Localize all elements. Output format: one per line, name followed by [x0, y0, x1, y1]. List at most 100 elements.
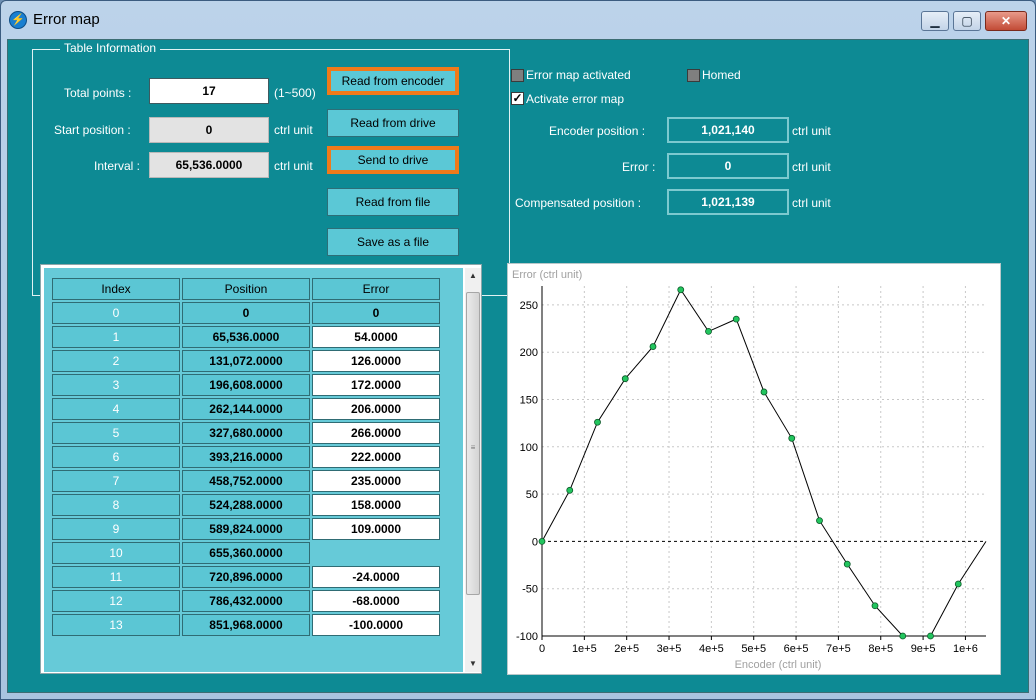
chart-data-point [760, 388, 768, 396]
chart-data-point [788, 434, 796, 442]
position-cell[interactable]: 0 [182, 302, 310, 324]
position-cell[interactable]: 458,752.0000 [182, 470, 310, 492]
error-value-field: 0 [667, 153, 789, 179]
table-row[interactable]: 10 655,360.0000 [52, 542, 440, 564]
error-cell[interactable]: 172.0000 [312, 374, 440, 396]
error-cell[interactable]: 206.0000 [312, 398, 440, 420]
index-cell[interactable]: 12 [52, 590, 180, 612]
chart-x-tick-label: 2e+5 [614, 643, 639, 655]
read-from-file-button[interactable]: Read from file [327, 188, 459, 216]
window-title: Error map [33, 11, 100, 28]
encoder-position-field: 1,021,140 [667, 117, 789, 143]
index-cell[interactable]: 2 [52, 350, 180, 372]
position-column-header[interactable]: Position [182, 278, 310, 300]
total-points-field[interactable]: 17 [149, 78, 269, 104]
table-row[interactable]: 4 262,144.0000 206.0000 [52, 398, 440, 420]
scroll-down-arrow-icon[interactable]: ▼ [465, 656, 481, 672]
table-row[interactable]: 1 65,536.0000 54.0000 [52, 326, 440, 348]
chart-x-tick-label: 9e+5 [911, 643, 936, 655]
error-column-header[interactable]: Error [312, 278, 440, 300]
position-cell[interactable]: 655,360.0000 [182, 542, 310, 564]
error-cell[interactable]: 222.0000 [312, 446, 440, 468]
error-cell[interactable]: 266.0000 [312, 422, 440, 444]
chart-x-tick-label: 4e+5 [699, 643, 724, 655]
chart-y-tick-label: 100 [520, 442, 538, 454]
index-column-header[interactable]: Index [52, 278, 180, 300]
maximize-button[interactable]: ▢ [953, 11, 981, 31]
error-cell[interactable]: -68.0000 [312, 590, 440, 612]
table-row[interactable]: 6 393,216.0000 222.0000 [52, 446, 440, 468]
chart-data-point [621, 375, 629, 383]
error-cell[interactable]: 0 [312, 302, 440, 324]
table-row[interactable]: 12 786,432.0000 -68.0000 [52, 590, 440, 612]
interval-field[interactable]: 65,536.0000 [149, 152, 269, 178]
position-cell[interactable]: 589,824.0000 [182, 518, 310, 540]
error-cell[interactable]: -24.0000 [312, 566, 440, 588]
interval-label: Interval : [94, 159, 141, 173]
position-cell[interactable]: 65,536.0000 [182, 326, 310, 348]
error-map-activated-label: Error map activated [526, 68, 631, 82]
error-cell[interactable]: 109.0000 [312, 518, 440, 540]
index-cell[interactable]: 11 [52, 566, 180, 588]
table-row[interactable]: 11 720,896.0000 -24.0000 [52, 566, 440, 588]
table-row[interactable]: 9 589,824.0000 109.0000 [52, 518, 440, 540]
error-cell[interactable]: 54.0000 [312, 326, 440, 348]
index-cell[interactable]: 1 [52, 326, 180, 348]
app-logo-icon: ⚡ [9, 11, 27, 29]
position-cell[interactable]: 851,968.0000 [182, 614, 310, 636]
index-cell[interactable]: 5 [52, 422, 180, 444]
error-map-table-area: Index Position Error 0 0 0 1 65,536.0000 54.0… [44, 268, 463, 672]
table-row[interactable]: 2 131,072.0000 126.0000 [52, 350, 440, 372]
table-row[interactable]: 000 [52, 302, 440, 324]
send-to-drive-button[interactable]: Send to drive [327, 146, 459, 174]
start-position-field[interactable]: 0 [149, 117, 269, 143]
title-bar[interactable]: ⚡ Error map ▁ ▢ ✕ [1, 1, 1035, 39]
index-cell[interactable]: 7 [52, 470, 180, 492]
error-unit: ctrl unit [792, 160, 831, 174]
table-row[interactable]: 7 458,752.0000 235.0000 [52, 470, 440, 492]
minimize-button[interactable]: ▁ [921, 11, 949, 31]
index-cell[interactable]: 6 [52, 446, 180, 468]
index-cell[interactable]: 10 [52, 542, 180, 564]
error-cell[interactable]: 126.0000 [312, 350, 440, 372]
save-as-file-button[interactable]: Save as a file [327, 228, 459, 256]
read-from-encoder-button[interactable]: Read from encoder [327, 67, 459, 95]
error-cell[interactable]: -100.0000 [312, 614, 440, 636]
table-row[interactable]: 8 524,288.0000 158.0000 [52, 494, 440, 516]
table-row[interactable]: 5 327,680.0000 266.0000 [52, 422, 440, 444]
close-button[interactable]: ✕ [985, 11, 1027, 31]
index-cell[interactable]: 4 [52, 398, 180, 420]
position-cell[interactable]: 720,896.0000 [182, 566, 310, 588]
client-area: Table Information Total points : 17 (1~5… [7, 39, 1029, 693]
error-cell[interactable]: 235.0000 [312, 470, 440, 492]
position-cell[interactable]: 393,216.0000 [182, 446, 310, 468]
error-cell[interactable]: 158.0000 [312, 494, 440, 516]
index-cell[interactable]: 3 [52, 374, 180, 396]
position-cell[interactable]: 327,680.0000 [182, 422, 310, 444]
read-from-drive-button[interactable]: Read from drive [327, 109, 459, 137]
chart-data-point [871, 602, 879, 610]
chart-x-tick-label: 0 [539, 643, 545, 655]
index-cell[interactable]: 0 [52, 302, 180, 324]
position-cell[interactable]: 196,608.0000 [182, 374, 310, 396]
chart-x-tick-label: 8e+5 [868, 643, 893, 655]
chart-y-tick-label: 250 [520, 300, 538, 312]
index-cell[interactable]: 13 [52, 614, 180, 636]
index-cell[interactable]: 8 [52, 494, 180, 516]
chart-y-tick-label: 0 [532, 536, 538, 548]
compensated-position-field: 1,021,139 [667, 189, 789, 215]
position-cell[interactable]: 786,432.0000 [182, 590, 310, 612]
position-cell[interactable]: 524,288.0000 [182, 494, 310, 516]
table-row[interactable]: 13 851,968.0000 -100.0000 [52, 614, 440, 636]
position-cell[interactable]: 131,072.0000 [182, 350, 310, 372]
error-map-table-panel: Index Position Error 0 0 0 1 65,536.0000 54.0… [40, 264, 482, 674]
activate-error-map-checkbox[interactable]: ✓ [511, 92, 524, 105]
scroll-up-arrow-icon[interactable]: ▲ [465, 268, 481, 284]
activate-error-map-label[interactable]: Activate error map [526, 92, 624, 106]
chart-data-point [594, 418, 601, 426]
position-cell[interactable]: 262,144.0000 [182, 398, 310, 420]
error-cell[interactable] [312, 542, 440, 564]
table-scrollbar[interactable]: ▲ ≡ ▼ [465, 268, 481, 672]
table-row[interactable]: 3 196,608.0000 172.0000 [52, 374, 440, 396]
index-cell[interactable]: 9 [52, 518, 180, 540]
